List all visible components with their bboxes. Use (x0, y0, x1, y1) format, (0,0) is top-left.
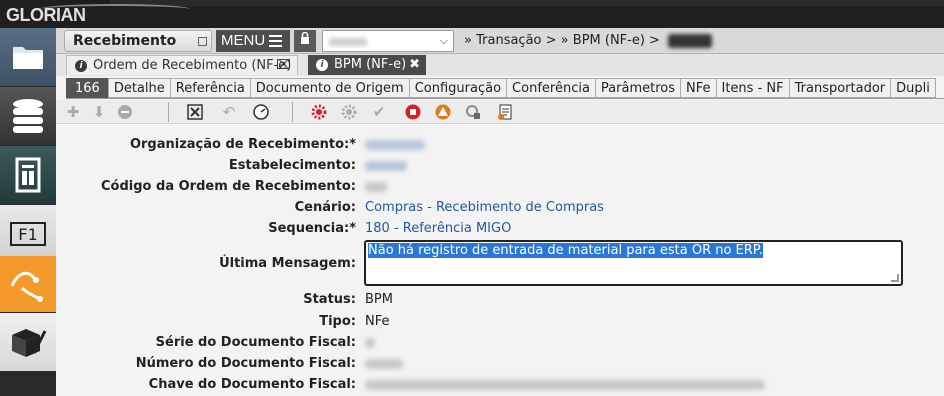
subtab-transportador[interactable]: Transportador (788, 78, 892, 98)
remove-icon[interactable] (116, 103, 134, 121)
svg-text:F1: F1 (18, 225, 37, 244)
stop-icon[interactable] (404, 103, 422, 121)
ultima-mensagem-textarea[interactable]: Não há registro de entrada de material p… (364, 240, 903, 286)
codigo-label: Código da Ordem de Recebimento: (101, 179, 356, 194)
serie-value (365, 337, 375, 352)
subtab-parametros[interactable]: Parâmetros (594, 78, 681, 98)
cenario-link[interactable]: Compras - Recebimento de Compras (365, 200, 604, 215)
chave-label: Chave do Documento Fiscal: (148, 377, 356, 392)
status-label: Status: (303, 292, 356, 307)
top-bar: GLORIAN (0, 0, 944, 28)
sidebar-item-folder[interactable] (0, 28, 56, 86)
menu-label: MENU (221, 32, 266, 49)
app-logo: GLORIAN (6, 5, 86, 25)
download-icon[interactable]: ⬇ (90, 103, 108, 121)
numero-label: Número do Documento Fiscal: (135, 356, 356, 371)
toolbar-separator (292, 102, 293, 122)
lock-icon (301, 31, 309, 44)
subtab-duplicatas[interactable]: Dupli (890, 78, 936, 98)
tab-label: BPM (NF-e) (334, 57, 407, 72)
subtab-nfe[interactable]: NFe (680, 78, 717, 98)
sub-tabs: 166 Detalhe Referência Documento de Origem C… (66, 78, 944, 99)
check-icon[interactable]: ✔ (370, 103, 388, 121)
gauge-icon[interactable] (252, 103, 270, 121)
title-bar: Recebimento MENU ⌵ » Transação > » BPM (… (56, 28, 944, 54)
breadcrumb-arrow-icon: » (464, 33, 472, 48)
breadcrumb-item-transacao[interactable]: Transação > (476, 33, 556, 48)
toolbar: ✚ ⬇ ↶ ✔ (56, 100, 944, 124)
ultima-mensagem-label: Última Mensagem: (219, 256, 356, 271)
tab-ordem-recebimento[interactable]: i Ordem de Recebimento (NF-e) ⌧ (66, 55, 298, 75)
org-value[interactable] (365, 139, 425, 154)
gear-gray-icon[interactable] (340, 103, 358, 121)
hamburger-icon (269, 35, 282, 47)
toolbar-separator (168, 102, 169, 122)
company-select[interactable]: ⌵ (322, 30, 454, 52)
sidebar-item-database[interactable] (0, 87, 56, 145)
status-value: BPM (365, 292, 393, 307)
sequencia-link[interactable]: 180 - Referência MIGO (365, 221, 511, 236)
subtab-detalhe[interactable]: Detalhe (107, 78, 171, 98)
subtab-referencia[interactable]: Referência (169, 78, 251, 98)
sidebar-item-layout[interactable] (0, 146, 56, 204)
cenario-label: Cenário: (294, 200, 356, 215)
breadcrumb-item-redacted[interactable] (668, 33, 713, 48)
subtab-documento-origem[interactable]: Documento de Origem (249, 78, 410, 98)
subtab-configuracao[interactable]: Configuração (408, 78, 508, 98)
document-tabs: i Ordem de Recebimento (NF-e) ⌧ i BPM (N… (56, 54, 944, 76)
codigo-value (365, 181, 387, 196)
org-label: Organização de Recebimento:* (129, 137, 356, 152)
f1-help-icon: F1 (10, 222, 46, 246)
close-icon[interactable]: ✖ (409, 55, 420, 75)
ultima-mensagem-text: Não há registro de entrada de material p… (368, 243, 763, 258)
sequencia-label: Sequencia:* (268, 221, 356, 236)
breadcrumb: » Transação > » BPM (NF-e) > (464, 33, 713, 48)
database-icon (13, 99, 43, 133)
sidebar-item-workflow[interactable] (0, 256, 56, 312)
sidebar: F1 (0, 28, 56, 396)
gear-red-icon[interactable] (310, 103, 328, 121)
module-title-tab[interactable]: Recebimento (64, 30, 212, 52)
chave-value (365, 379, 765, 394)
add-icon[interactable]: ✚ (64, 103, 82, 121)
serie-label: Série do Documento Fiscal: (155, 335, 356, 350)
form-area: Organização de Recebimento:* Estabelecim… (56, 124, 944, 396)
top-band (110, 0, 944, 6)
cancel-icon[interactable] (186, 103, 204, 121)
resize-grip-icon[interactable] (891, 274, 899, 282)
tipo-value: NFe (365, 314, 390, 329)
tipo-label: Tipo: (319, 314, 356, 329)
module-title: Recebimento (73, 33, 177, 49)
chevron-down-icon: ⌵ (439, 34, 448, 47)
lock-button[interactable] (294, 30, 316, 52)
minimize-icon[interactable] (198, 37, 207, 46)
tab-bpm-nfe[interactable]: i BPM (NF-e) ✖ (308, 55, 426, 75)
company-select-value (329, 38, 367, 46)
info-icon: i (75, 60, 87, 72)
alert-icon[interactable] (434, 103, 452, 121)
sidebar-item-f1[interactable]: F1 (0, 205, 56, 263)
info-icon: i (316, 59, 328, 71)
close-icon[interactable]: ⌧ (276, 56, 291, 76)
sidebar-item-box[interactable] (0, 313, 56, 371)
folder-icon (13, 47, 43, 69)
estab-label: Estabelecimento: (228, 158, 356, 173)
document-layout-icon (15, 157, 41, 193)
refresh-icon[interactable] (464, 103, 482, 121)
numero-value (365, 358, 403, 373)
tab-label: Ordem de Recebimento (NF-e) (93, 58, 292, 73)
workflow-icon (10, 271, 43, 302)
subtab-id[interactable]: 166 (66, 78, 109, 98)
report-icon[interactable] (496, 103, 514, 121)
menu-button[interactable]: MENU (216, 30, 290, 52)
subtab-conferencia[interactable]: Conferência (506, 78, 596, 98)
estab-value[interactable] (365, 160, 407, 175)
breadcrumb-item-bpm[interactable]: BPM (NF-e) > (573, 33, 660, 48)
subtab-itens-nf[interactable]: Itens - NF (715, 78, 790, 98)
breadcrumb-arrow-icon: » (560, 33, 569, 48)
undo-icon[interactable]: ↶ (220, 103, 238, 121)
box-check-icon (12, 329, 47, 357)
